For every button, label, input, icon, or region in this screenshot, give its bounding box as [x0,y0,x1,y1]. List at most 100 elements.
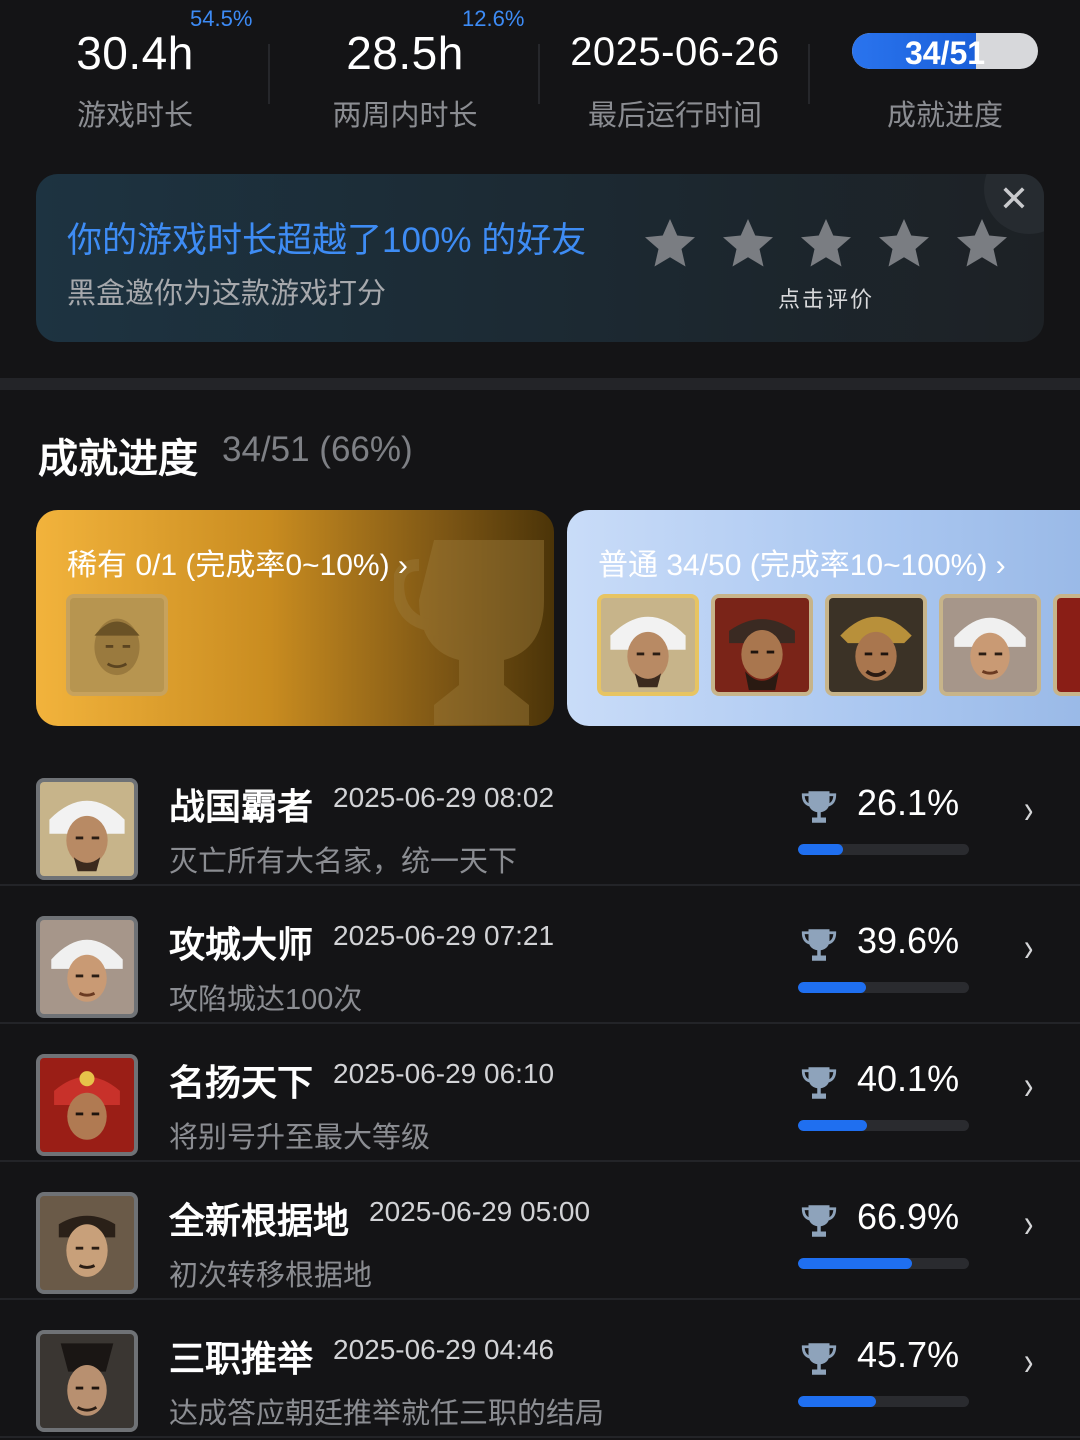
rating-prompt-card: ✕ 你的游戏时长超越了100% 的好友 黑盒邀你为这款游戏打分 点击评价 [36,174,1044,342]
achievement-row[interactable]: 名扬天下 2025-06-29 06:10 将别号升至最大等级 40.1% › [0,1024,1080,1162]
warrior-portrait-icon [40,1196,134,1290]
two-week-percent: 12.6% [462,6,525,31]
achievement-date: 2025-06-29 04:46 [333,1334,555,1365]
last-run-value: 2025-06-26 [570,30,780,74]
achievement-date: 2025-06-29 06:10 [333,1058,555,1089]
warrior-portrait-icon [40,782,134,876]
achievement-name: 三职推举 [169,1338,314,1379]
warrior-portrait-icon [601,598,695,692]
trophy-icon [801,1343,837,1375]
warrior-portrait-icon [40,1058,134,1152]
achievement-description: 攻陷城达100次 [169,984,363,1016]
chevron-right-icon[interactable]: › [1024,926,1033,971]
star-icon[interactable] [874,214,934,274]
warrior-portrait-icon [40,1334,134,1428]
achievement-percent: 66.9% [857,1196,960,1237]
warrior-portrait-icon [715,598,809,692]
achievement-rate-bar [798,1396,969,1407]
achievement-avatar [36,778,138,880]
rating-title: 你的游戏时长超越了100% 的好友 [67,221,587,260]
achievement-name: 全新根据地 [169,1200,350,1241]
achievement-thumb[interactable] [66,594,168,696]
chevron-right-icon[interactable]: › [1024,1202,1033,1247]
rare-label: 稀有 0/1 (完成率0~10%) › [67,549,408,582]
achievement-label: 成就进度 [886,100,1003,132]
achievement-rate-bar [798,1258,969,1269]
play-time-percent: 54.5% [190,6,253,31]
play-time-value: 30.4h [76,27,194,79]
achievement-date: 2025-06-29 07:21 [333,920,555,951]
achievement-section-title: 成就进度 [38,437,198,481]
achievement-name: 攻城大师 [169,924,314,965]
chevron-right-icon[interactable]: › [1024,788,1033,833]
trophy-icon [801,791,837,823]
achievement-date: 2025-06-29 05:00 [369,1196,591,1227]
achievement-thumb[interactable] [711,594,813,696]
stats-bar: 30.4h 54.5% 游戏时长 28.5h 12.6% 两周内时长 2025-… [0,0,1080,150]
achievement-description: 达成答应朝廷推举就任三职的结局 [169,1398,605,1430]
two-week-label: 两周内时长 [332,100,478,132]
stat-two-week: 28.5h 12.6% 两周内时长 [270,0,540,150]
achievement-percent: 45.7% [857,1334,960,1375]
achievement-progress-bar: 34/51 [852,33,1038,69]
achievement-name: 战国霸者 [169,786,314,827]
warrior-portrait-icon [829,598,923,692]
stat-last-run: 2025-06-26 最后运行时间 [540,0,810,150]
rating-hint[interactable]: 点击评价 [726,282,926,314]
rating-subtitle: 黑盒邀你为这款游戏打分 [67,278,387,310]
achievement-avatar [36,1192,138,1294]
achievement-date: 2025-06-29 08:02 [333,782,555,813]
achievement-description: 灭亡所有大名家，统一天下 [169,846,518,878]
chevron-right-icon[interactable]: › [1024,1340,1033,1385]
achievement-thumb[interactable] [597,594,699,696]
stat-play-time: 30.4h 54.5% 游戏时长 [0,0,270,150]
achievement-thumb[interactable] [1053,594,1080,696]
warrior-portrait-icon [40,920,134,1014]
trophy-icon [801,1067,837,1099]
achievement-row[interactable]: 三职推举 2025-06-29 04:46 达成答应朝廷推举就任三职的结局 45.7%… [0,1300,1080,1438]
achievement-row[interactable]: 战国霸者 2025-06-29 08:02 灭亡所有大名家，统一天下 26.1% › [0,748,1080,886]
achievement-avatar [36,916,138,1018]
warrior-portrait-icon [1057,598,1080,692]
achievement-thumb[interactable] [939,594,1041,696]
achievement-rate-fill [798,1120,867,1131]
last-run-label: 最后运行时间 [587,100,762,132]
star-icon[interactable] [718,214,778,274]
achievement-rate-bar [798,844,969,855]
warrior-portrait-icon [70,598,164,692]
achievement-rate-fill [798,844,843,855]
achievement-rate-fill [798,1396,877,1407]
achievement-thumb[interactable] [825,594,927,696]
common-label: 普通 34/50 (完成率10~100%) › [598,549,1006,582]
star-rating[interactable] [640,214,1020,278]
achievement-percent: 26.1% [857,782,960,823]
star-icon[interactable] [640,214,700,274]
section-separator [0,378,1080,390]
star-icon[interactable] [796,214,856,274]
achievement-avatar [36,1330,138,1432]
rare-achievements-card[interactable]: 稀有 0/1 (完成率0~10%) › [36,510,554,726]
achievement-percent: 40.1% [857,1058,960,1099]
achievement-rate-bar [798,982,969,993]
achievement-section-count: 34/51 (66%) [222,430,413,469]
achievement-row[interactable]: 全新根据地 2025-06-29 05:00 初次转移根据地 66.9% › [0,1162,1080,1300]
achievement-rate-fill [798,1258,913,1269]
achievement-name: 名扬天下 [169,1062,314,1103]
achievement-row[interactable]: 攻城大师 2025-06-29 07:21 攻陷城达100次 39.6% › [0,886,1080,1024]
stat-achievement[interactable]: 成就进度 [810,0,1080,150]
trophy-icon [394,540,544,725]
achievement-progress-text: 34/51 [904,35,986,69]
achievement-percent: 39.6% [857,920,960,961]
achievement-rate-fill [798,982,866,993]
achievement-description: 初次转移根据地 [169,1260,373,1292]
achievement-rate-bar [798,1120,969,1131]
play-time-label: 游戏时长 [76,100,193,132]
star-icon[interactable] [952,214,1012,274]
achievement-avatar [36,1054,138,1156]
two-week-value: 28.5h [346,27,464,79]
chevron-right-icon[interactable]: › [1024,1064,1033,1109]
common-achievements-card[interactable]: 普通 34/50 (完成率10~100%) › [567,510,1080,726]
warrior-portrait-icon [943,598,1037,692]
trophy-icon [801,929,837,961]
trophy-icon [801,1205,837,1237]
